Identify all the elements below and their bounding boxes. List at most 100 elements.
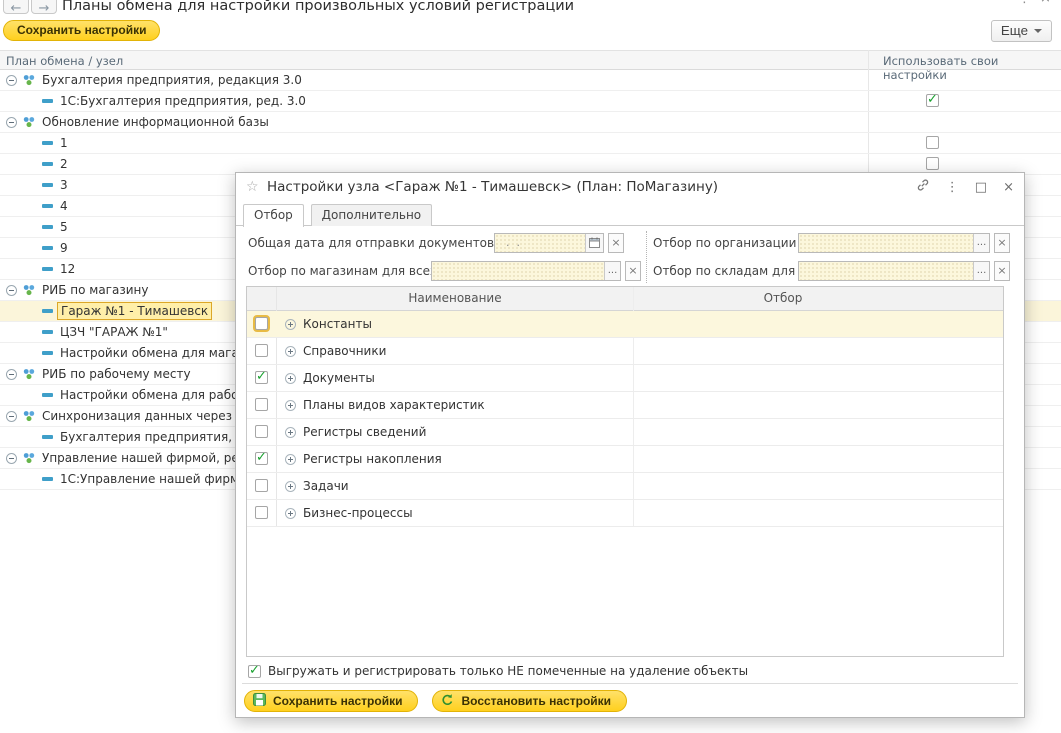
tree-row[interactable]: 1 — [0, 133, 1061, 154]
export-only-not-deleted-checkbox[interactable]: Выгружать и регистрировать только НЕ пом… — [248, 664, 748, 678]
list-header: План обмена / узел Использовать свои нас… — [0, 50, 1061, 70]
exchange-plan-icon — [22, 283, 36, 297]
collapse-icon[interactable] — [6, 453, 17, 464]
dialog-save-settings-button[interactable]: Сохранить настройки — [244, 690, 418, 712]
row-checkbox[interactable] — [255, 506, 268, 519]
table-row[interactable]: Документы — [247, 365, 1003, 392]
more-button[interactable]: Еще — [991, 20, 1052, 42]
warehouse-input-group: ... — [798, 261, 990, 281]
collapse-icon[interactable] — [6, 285, 17, 296]
window-more-icon[interactable]: ⋮ — [1018, 0, 1031, 6]
table-row[interactable]: Регистры накопления — [247, 446, 1003, 473]
node-icon — [42, 351, 53, 355]
save-icon — [253, 693, 266, 709]
exchange-plan-icon — [22, 367, 36, 381]
table-row[interactable]: Регистры сведений — [247, 419, 1003, 446]
use-own-settings-checkbox[interactable] — [926, 94, 939, 107]
tree-item-label: 5 — [60, 220, 68, 234]
collapse-icon[interactable] — [6, 411, 17, 422]
tab-filter[interactable]: Отбор — [243, 204, 304, 227]
expand-icon[interactable] — [285, 400, 296, 411]
window-close-icon[interactable]: × — [1040, 0, 1051, 6]
forward-button[interactable]: → — [31, 0, 57, 14]
use-own-settings-checkbox[interactable] — [926, 136, 939, 149]
back-button[interactable]: ← — [3, 0, 29, 14]
node-settings-dialog: ☆ Настройки узла <Гараж №1 - Тимашевск> … — [235, 172, 1025, 718]
tree-item-label: 12 — [60, 262, 75, 276]
row-label: Константы — [303, 317, 372, 331]
row-checkbox[interactable] — [255, 452, 268, 465]
tree-item-label: 3 — [60, 178, 68, 192]
metadata-table: Наименование Отбор Константы Справочники… — [246, 286, 1004, 657]
shop-filter-input[interactable] — [432, 262, 604, 280]
table-row[interactable]: Справочники — [247, 338, 1003, 365]
dialog-close-icon[interactable]: × — [1003, 180, 1014, 196]
expand-icon[interactable] — [285, 427, 296, 438]
expand-icon[interactable] — [285, 373, 296, 384]
exchange-plan-icon — [22, 115, 36, 129]
footer-checkbox[interactable] — [248, 665, 261, 678]
tree-row[interactable]: 1С:Бухгалтерия предприятия, ред. 3.0 — [0, 91, 1061, 112]
collapse-icon[interactable] — [6, 75, 17, 86]
org-filter-input[interactable] — [799, 234, 973, 252]
expand-icon[interactable] — [285, 346, 296, 357]
row-checkbox[interactable] — [255, 425, 268, 438]
tree-item-label: РИБ по магазину — [42, 283, 148, 297]
tab-additional[interactable]: Дополнительно — [311, 204, 433, 226]
warehouse-choose-button[interactable]: ... — [973, 262, 989, 280]
expand-icon[interactable] — [285, 481, 296, 492]
row-label: Справочники — [303, 344, 386, 358]
expand-icon[interactable] — [285, 508, 296, 519]
date-input-group: . . — [494, 233, 604, 253]
table-row[interactable]: Планы видов характеристик — [247, 392, 1003, 419]
warehouse-filter-input[interactable] — [799, 262, 973, 280]
row-checkbox[interactable] — [255, 479, 268, 492]
tree-item-label: Обновление информационной базы — [42, 115, 269, 129]
shop-clear-button[interactable]: × — [625, 261, 641, 281]
tree-item-label: 2 — [60, 157, 68, 171]
save-settings-button[interactable]: Сохранить настройки — [3, 20, 160, 41]
dialog-maximize-icon[interactable]: □ — [975, 180, 987, 196]
dialog-restore-settings-button[interactable]: Восстановить настройки — [432, 690, 627, 712]
dialog-save-label: Сохранить настройки — [273, 694, 402, 708]
shop-choose-button[interactable]: ... — [604, 262, 620, 280]
expand-icon[interactable] — [285, 454, 296, 465]
shop-filter-label: Отбор по магазинам для всех: — [248, 264, 441, 278]
date-clear-button[interactable]: × — [608, 233, 624, 253]
tree-item-label: Бухгалтерия предприятия, редакция 3.0 — [42, 73, 302, 87]
tree-item-label: 1 — [60, 136, 68, 150]
node-icon — [42, 99, 53, 103]
org-clear-button[interactable]: × — [994, 233, 1010, 253]
node-icon — [42, 204, 53, 208]
calendar-icon[interactable] — [585, 234, 603, 252]
tree-row[interactable]: Бухгалтерия предприятия, редакция 3.0 — [0, 70, 1061, 91]
row-label: Бизнес-процессы — [303, 506, 413, 520]
tree-row[interactable]: Обновление информационной базы — [0, 112, 1061, 133]
page-title: Планы обмена для настройки произвольных … — [62, 0, 574, 14]
warehouse-clear-button[interactable]: × — [994, 261, 1010, 281]
org-choose-button[interactable]: ... — [973, 234, 989, 252]
row-checkbox[interactable] — [255, 371, 268, 384]
collapse-icon[interactable] — [6, 117, 17, 128]
tree-item-label: 9 — [60, 241, 68, 255]
column-header-filter: Отбор — [633, 291, 933, 305]
table-row-selected[interactable]: Константы — [247, 311, 1003, 338]
row-checkbox[interactable] — [255, 317, 268, 330]
link-icon[interactable] — [916, 178, 930, 197]
tree-item-label: 4 — [60, 199, 68, 213]
dialog-more-icon[interactable]: ⋮ — [946, 180, 959, 196]
use-own-settings-checkbox[interactable] — [926, 157, 939, 170]
table-row[interactable]: Задачи — [247, 473, 1003, 500]
column-header-name: Наименование — [277, 291, 633, 305]
node-icon — [42, 225, 53, 229]
expand-icon[interactable] — [285, 319, 296, 330]
tree-item-label: 1С:Бухгалтерия предприятия, ред. 3.0 — [60, 94, 306, 108]
row-checkbox[interactable] — [255, 398, 268, 411]
table-row[interactable]: Бизнес-процессы — [247, 500, 1003, 527]
favorite-star-icon[interactable]: ☆ — [246, 179, 259, 195]
row-checkbox[interactable] — [255, 344, 268, 357]
tree-item-label: ЦЗЧ "ГАРАЖ №1" — [60, 325, 168, 339]
date-input[interactable]: . . — [495, 234, 585, 252]
collapse-icon[interactable] — [6, 369, 17, 380]
row-label: Регистры сведений — [303, 425, 426, 439]
